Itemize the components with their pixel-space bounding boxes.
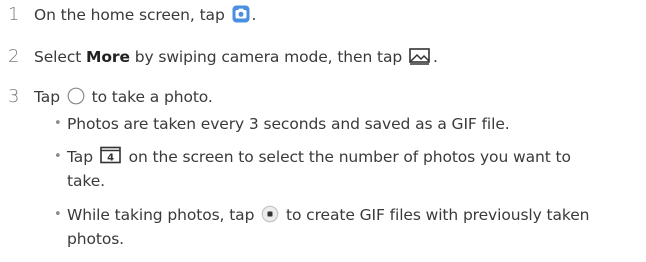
shutter-icon — [67, 87, 85, 111]
bullet-text-line1: on the screen to select the number of ph… — [123, 148, 571, 166]
document-page: 1 On the home screen, tap . 2 Select More … — [0, 0, 646, 262]
camera-app-icon — [232, 5, 250, 29]
step-text: Tap — [34, 88, 65, 106]
gif-mode-icon — [409, 47, 431, 71]
more-mode-label: More — [86, 48, 130, 66]
step-text: Select — [34, 48, 87, 66]
bullet-dot: • — [54, 116, 62, 131]
bullet-text-line2: take. — [67, 172, 105, 190]
bullet-item-3-continued: photos. — [67, 226, 124, 252]
bullet-text-line1: to create GIF files with previously take… — [281, 206, 590, 224]
bullet-text-line2: photos. — [67, 230, 125, 248]
step-number: 3 — [8, 86, 20, 107]
step-number: 1 — [8, 4, 20, 25]
bullet-text: While taking photos, tap — [67, 206, 260, 224]
bullet-item-1: • Photos are taken every 3 seconds and sa… — [54, 111, 510, 137]
step-text-middle: by swiping camera mode, then tap — [129, 48, 407, 66]
step-1: 1 On the home screen, tap . — [0, 4, 256, 29]
step-2: 2 Select More by swiping camera mode, the… — [0, 46, 438, 71]
bullet-text: Photos are taken every 3 seconds and sav… — [67, 115, 510, 133]
photo-count-value: 4 — [107, 153, 114, 164]
create-gif-icon — [261, 205, 279, 231]
step-text-end: . — [251, 6, 257, 24]
step-text: On the home screen, tap — [34, 6, 230, 24]
step-text-end: to take a photo. — [86, 88, 213, 106]
bullet-dot: • — [54, 207, 62, 222]
step-3: 3 Tap to take a photo. — [0, 86, 213, 111]
bullet-text: Tap — [67, 148, 98, 166]
bullet-item-3: • While taking photos, tap to create GIF … — [54, 202, 590, 231]
bullet-item-2: • Tap 4 on the screen to select the numbe… — [54, 144, 571, 173]
step-text-end: . — [432, 48, 438, 66]
step-number: 2 — [8, 46, 20, 67]
bullet-item-2-continued: take. — [67, 168, 105, 194]
bullet-dot: • — [54, 149, 62, 164]
